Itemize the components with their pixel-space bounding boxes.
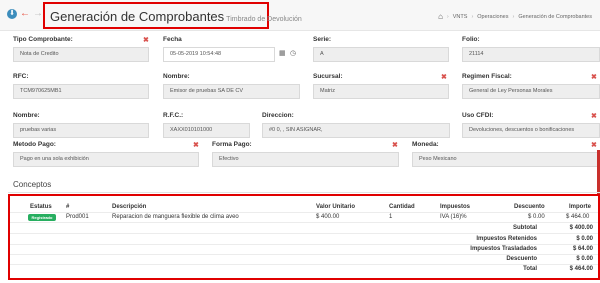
breadcrumb-item-vnts[interactable]: VNTS xyxy=(453,14,468,20)
calendar-icon[interactable]: ▦ xyxy=(279,49,286,57)
clear-icon[interactable]: ✖ xyxy=(441,73,447,81)
col-cantidad: Cantidad xyxy=(389,204,415,210)
nombre-receptor-label: Nombre: xyxy=(13,112,40,119)
cell-impuestos: IVA (16)% xyxy=(440,214,467,220)
page-subtitle: Timbrado de Devolución xyxy=(226,16,302,23)
rfc-receptor-field[interactable]: XAXX010101000 xyxy=(163,123,250,138)
breadcrumb-separator: › xyxy=(446,13,449,20)
serie-field[interactable]: A xyxy=(313,47,449,62)
tipo-comprobante-label: Tipo Comprobante: xyxy=(13,36,73,43)
subtotal-label: Subtotal xyxy=(513,225,537,231)
breadcrumb: ⌂ › VNTS › Operaciones › Generación de C… xyxy=(438,12,592,21)
moneda-field[interactable]: Peso Mexicano xyxy=(412,152,598,167)
breadcrumb-separator: › xyxy=(471,13,474,20)
total-label: Total xyxy=(523,266,537,272)
fecha-input[interactable]: 05-05-2019 10:54:48 xyxy=(163,47,275,62)
forward-arrow-icon[interactable]: → xyxy=(33,9,43,19)
cell-cantidad: 1 xyxy=(389,214,393,220)
total-value: $ 464.00 xyxy=(569,266,593,272)
clock-icon[interactable]: ◷ xyxy=(290,49,296,57)
row-divider xyxy=(10,222,598,223)
row-divider xyxy=(10,254,598,255)
cell-numero: Prod001 xyxy=(66,214,89,220)
row-divider xyxy=(10,244,598,245)
page-title: Generación de Comprobantes Timbrado de De… xyxy=(50,9,302,24)
clear-icon[interactable]: ✖ xyxy=(591,112,597,120)
impuestos-retenidos-label: Impuestos Retenidos xyxy=(476,236,537,242)
cell-descuento: $ 0.00 xyxy=(528,214,545,220)
clear-icon[interactable]: ✖ xyxy=(392,141,398,149)
clear-icon[interactable]: ✖ xyxy=(591,141,597,149)
col-impuestos: Impuestos xyxy=(440,204,471,210)
descuento-value: $ 0.00 xyxy=(576,256,593,262)
back-arrow-icon[interactable]: ← xyxy=(20,9,30,19)
col-descripcion: Descripción xyxy=(112,204,147,210)
forma-pago-label: Forma Pago: xyxy=(212,141,252,148)
uso-cfdi-field[interactable]: Devoluciones, descuentos o bonificacione… xyxy=(462,123,600,138)
header-divider xyxy=(10,212,598,213)
row-divider xyxy=(10,233,598,234)
impuestos-trasladados-value: $ 64.00 xyxy=(572,246,593,252)
direccion-field[interactable]: #0 0, , SIN ASIGNAR, xyxy=(262,123,450,138)
breadcrumb-item-current: Generación de Comprobantes xyxy=(518,13,592,20)
nombre-field[interactable]: Emisor de pruebas SA DE CV xyxy=(163,84,300,99)
forma-pago-field[interactable]: Efectivo xyxy=(212,152,399,167)
page-header: ⬇ ← → Generación de Comprobantes Timbrado… xyxy=(0,0,600,31)
nombre-label: Nombre: xyxy=(163,73,190,80)
nombre-receptor-field[interactable]: pruebas varias xyxy=(13,123,149,138)
col-descuento: Descuento xyxy=(514,204,545,210)
row-divider xyxy=(10,264,598,265)
cell-descripcion: Reparacion de manguera flexible de clima… xyxy=(112,214,239,220)
impuestos-retenidos-value: $ 0.00 xyxy=(576,236,593,242)
rfc-field[interactable]: TCM970625MB1 xyxy=(13,84,149,99)
col-importe: Importe xyxy=(569,204,592,210)
cell-valor-unitario: $ 400.00 xyxy=(316,214,340,220)
moneda-label: Moneda: xyxy=(412,141,439,148)
rfc-receptor-label: R.F.C.: xyxy=(163,112,184,119)
status-badge: Registrado xyxy=(28,214,56,221)
sucursal-field[interactable]: Matriz xyxy=(313,84,449,99)
metodo-pago-field[interactable]: Pago en una sola exhibición xyxy=(13,152,199,167)
clear-icon[interactable]: ✖ xyxy=(591,73,597,81)
section-divider xyxy=(8,192,600,193)
impuestos-trasladados-label: Impuestos Trasladados xyxy=(470,246,537,252)
home-icon[interactable]: ⌂ xyxy=(438,12,443,21)
cell-importe: $ 464.00 xyxy=(566,214,590,220)
conceptos-title: Conceptos xyxy=(13,180,52,189)
folio-label: Folio: xyxy=(462,36,480,43)
nav-icons: ⬇ ← → xyxy=(7,9,43,19)
breadcrumb-item-operaciones[interactable]: Operaciones xyxy=(477,14,508,20)
direccion-label: Direccion: xyxy=(262,112,294,119)
col-valor-unitario: Valor Unitario xyxy=(316,204,356,210)
serie-label: Serie: xyxy=(313,36,332,43)
clear-icon[interactable]: ✖ xyxy=(143,36,149,44)
title-highlight: Generación de Comprobantes Timbrado de De… xyxy=(43,2,302,29)
uso-cfdi-label: Uso CFDI: xyxy=(462,112,494,119)
descuento-label: Descuento xyxy=(506,256,537,262)
regimen-fiscal-field[interactable]: General de Ley Personas Morales xyxy=(462,84,600,99)
fecha-label: Fecha xyxy=(163,36,182,43)
clear-icon[interactable]: ✖ xyxy=(193,141,199,149)
regimen-fiscal-label: Regimen Fiscal: xyxy=(462,73,512,80)
subtotal-value: $ 400.00 xyxy=(569,225,593,231)
metodo-pago-label: Metodo Pago: xyxy=(13,141,56,148)
rfc-label: RFC: xyxy=(13,73,29,80)
col-numero: # xyxy=(66,204,70,210)
folio-field[interactable]: 21114 xyxy=(462,47,600,62)
tipo-comprobante-field[interactable]: Nota de Credito xyxy=(13,47,149,62)
col-estatus: Estatus xyxy=(30,204,52,210)
download-icon[interactable]: ⬇ xyxy=(7,9,17,19)
sucursal-label: Sucursal: xyxy=(313,73,343,80)
breadcrumb-separator: › xyxy=(512,13,515,20)
